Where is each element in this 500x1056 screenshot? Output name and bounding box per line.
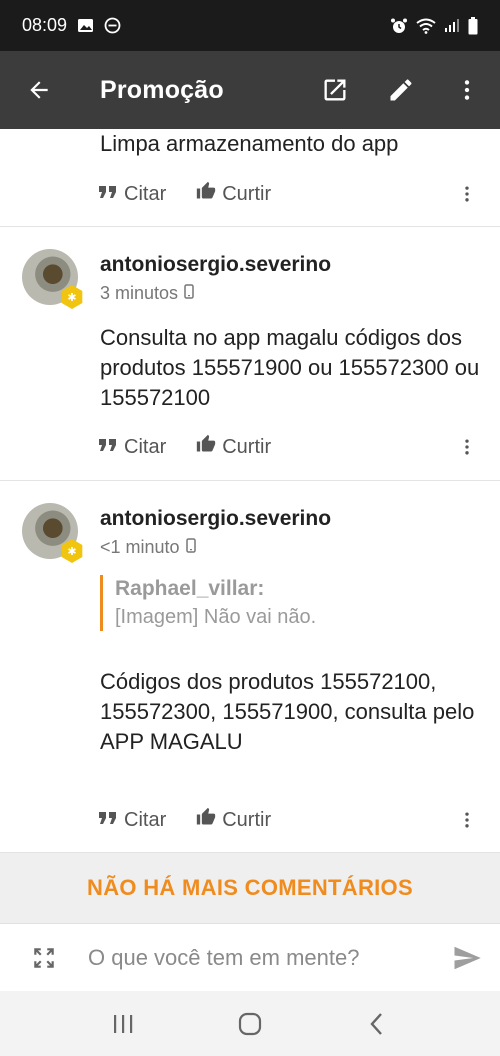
rank-badge-icon: ✱ xyxy=(61,539,83,563)
avatar[interactable]: ✱ xyxy=(22,503,83,563)
expand-icon[interactable] xyxy=(0,924,88,992)
comment-item: ✱ antoniosergio.severino 3 minutos Consu… xyxy=(0,227,500,481)
avatar[interactable]: ✱ xyxy=(22,249,83,309)
status-time: 08:09 xyxy=(22,15,68,35)
comment-time: <1 minuto xyxy=(100,537,180,557)
signal-icon xyxy=(444,18,460,33)
comment-more-icon[interactable] xyxy=(452,432,482,462)
comment-body: Códigos dos produtos 155572100, 15557230… xyxy=(100,669,475,754)
comment-time: 3 minutos xyxy=(100,283,179,303)
battery-icon xyxy=(468,16,478,35)
edit-pencil-icon[interactable] xyxy=(368,51,434,129)
comment-more-icon[interactable] xyxy=(452,179,482,209)
comment-body: Consulta no app magalu códigos dos produ… xyxy=(100,325,480,410)
mobile-device-icon xyxy=(185,537,196,558)
like-button[interactable]: Curtir xyxy=(196,434,271,460)
comment-more-icon[interactable] xyxy=(452,805,482,835)
like-button[interactable]: Curtir xyxy=(196,181,271,207)
alarm-icon xyxy=(390,17,408,35)
comment-composer xyxy=(0,923,500,991)
thumbs-up-icon xyxy=(196,434,216,460)
mobile-device-icon xyxy=(184,283,194,304)
thumbs-up-icon xyxy=(196,181,216,207)
quoted-comment: Raphael_villar: [Imagem] Não vai não. xyxy=(100,575,480,631)
like-label: Curtir xyxy=(222,435,272,458)
quote-label: Citar xyxy=(124,435,167,458)
quote-button[interactable]: Citar xyxy=(98,183,166,206)
rank-badge-icon: ✱ xyxy=(61,285,83,309)
quote-button[interactable]: Citar xyxy=(98,809,166,832)
comment-item: ✱ antoniosergio.severino <1 minuto Rapha… xyxy=(0,481,500,853)
comments-list[interactable]: Limpa armazenamento do app Citar Curtir … xyxy=(0,129,500,923)
image-icon xyxy=(77,18,94,33)
home-icon[interactable] xyxy=(220,994,280,1054)
quote-text: [Imagem] Não vai não. xyxy=(115,606,317,628)
open-external-icon[interactable] xyxy=(302,51,368,129)
like-label: Curtir xyxy=(222,182,272,205)
comment-item: Limpa armazenamento do app Citar Curtir xyxy=(0,129,500,227)
comment-body: Limpa armazenamento do app xyxy=(100,131,399,156)
quote-icon xyxy=(98,436,118,459)
comment-username[interactable]: antoniosergio.severino xyxy=(100,253,331,277)
status-bar: 08:09 xyxy=(0,0,500,51)
comment-input[interactable] xyxy=(88,944,434,971)
page-title: Promoção xyxy=(100,75,224,104)
back-arrow-icon[interactable] xyxy=(0,51,78,129)
back-icon[interactable] xyxy=(347,994,407,1054)
send-icon[interactable] xyxy=(434,924,500,992)
app-bar: Promoção xyxy=(0,51,500,129)
comment-username[interactable]: antoniosergio.severino xyxy=(100,507,331,531)
no-more-comments-banner: NÃO HÁ MAIS COMENTÁRIOS xyxy=(0,853,500,923)
like-label: Curtir xyxy=(222,808,272,831)
recents-icon[interactable] xyxy=(93,994,153,1054)
thumbs-up-icon xyxy=(196,807,216,833)
quote-icon xyxy=(98,183,118,206)
quote-label: Citar xyxy=(124,182,167,205)
quote-label: Citar xyxy=(124,808,167,831)
quote-icon xyxy=(98,809,118,832)
wifi-icon xyxy=(416,18,436,34)
like-button[interactable]: Curtir xyxy=(196,807,271,833)
system-nav-bar xyxy=(0,991,500,1056)
quote-button[interactable]: Citar xyxy=(98,436,166,459)
dnd-icon xyxy=(104,17,121,34)
more-vert-icon[interactable] xyxy=(434,51,500,129)
quote-author: Raphael_villar: xyxy=(115,577,265,600)
